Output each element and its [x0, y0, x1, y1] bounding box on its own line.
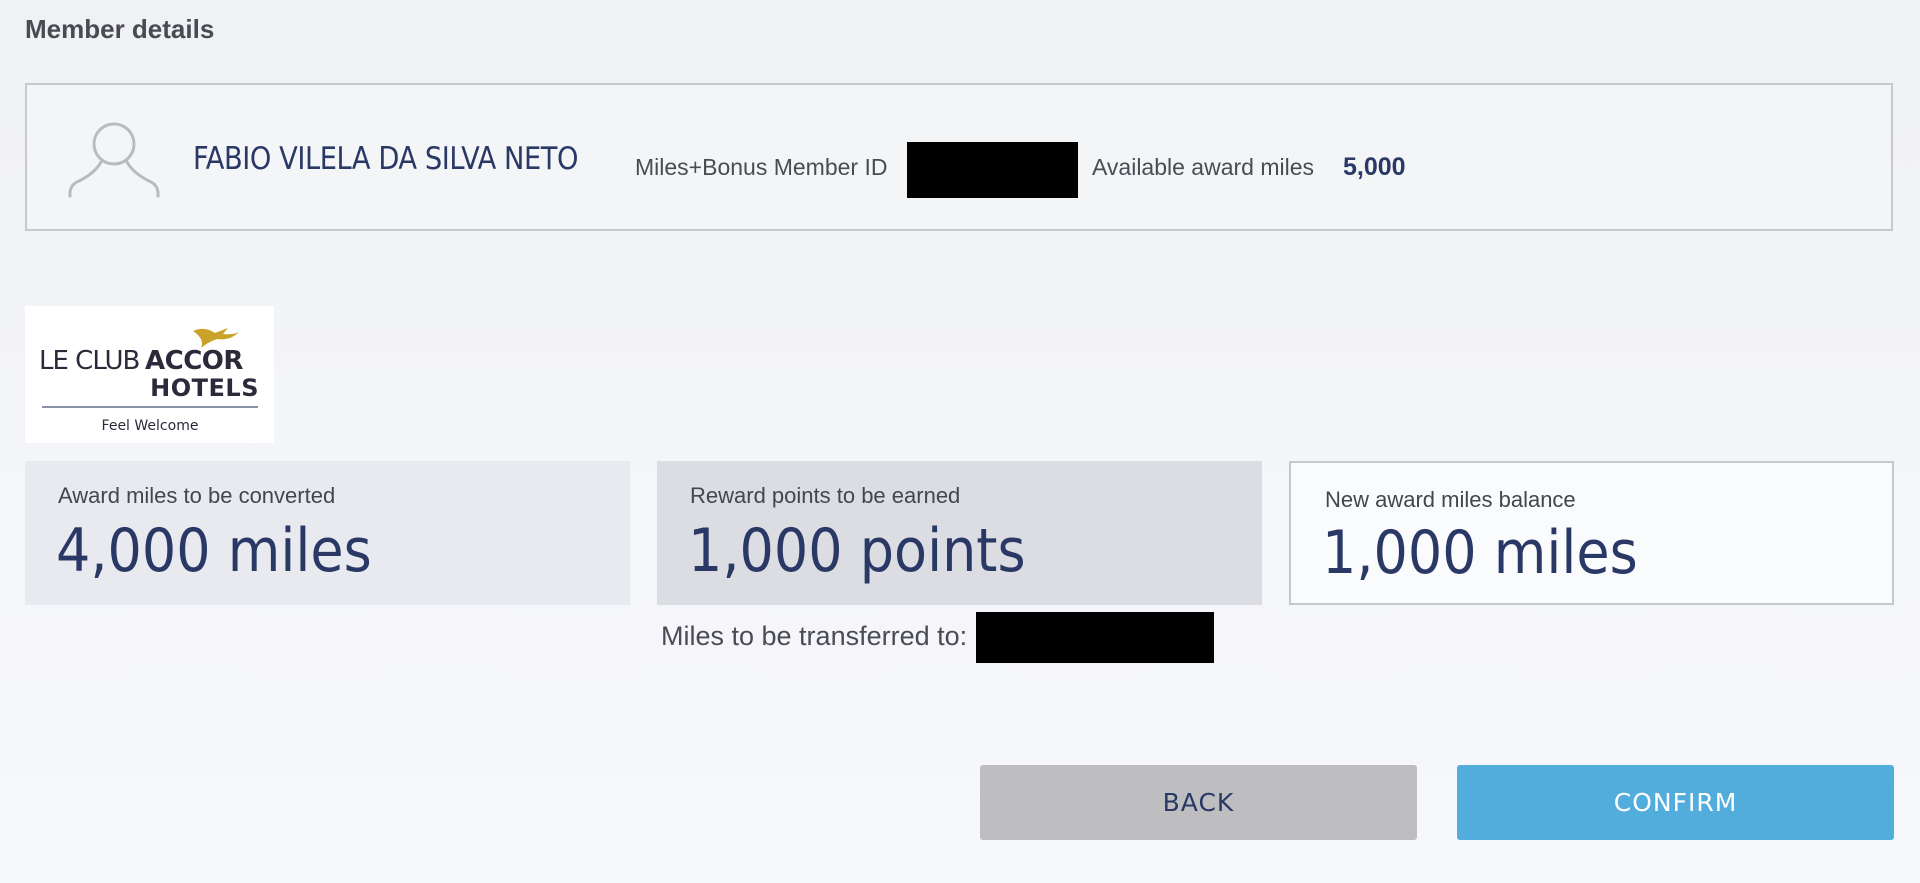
- miles-converted-value: 4,000 miles: [56, 516, 372, 586]
- confirm-button[interactable]: CONFIRM: [1457, 765, 1894, 840]
- member-card: FABIO VILELA DA SILVA NETO Miles+Bonus M…: [25, 83, 1893, 231]
- points-earned-panel: Reward points to be earned 1,000 points: [657, 461, 1262, 605]
- logo-text-hotels: HOTELS: [150, 374, 259, 402]
- page-title: Member details: [25, 14, 215, 44]
- logo-text-bold: ACCOR: [145, 346, 243, 376]
- partner-logo: LE CLUB ACCOR HOTELS Feel Welcome: [25, 306, 274, 443]
- logo-tagline: Feel Welcome: [102, 418, 199, 434]
- available-miles-value: 5,000: [1343, 153, 1406, 181]
- transfer-target-label: Miles to be transferred to:: [661, 621, 968, 651]
- points-earned-value: 1,000 points: [688, 516, 1026, 586]
- logo-text-light: LE CLUB: [39, 346, 139, 376]
- user-avatar-icon: [68, 122, 160, 198]
- available-miles-label: Available award miles: [1092, 154, 1315, 180]
- points-earned-label: Reward points to be earned: [690, 483, 961, 508]
- le-club-accorhotels-logo: LE CLUB ACCOR HOTELS Feel Welcome: [39, 328, 259, 434]
- bird-icon: [193, 328, 239, 348]
- member-name: FABIO VILELA DA SILVA NETO: [193, 141, 579, 177]
- back-button[interactable]: BACK: [980, 765, 1417, 840]
- miles-converted-label: Award miles to be converted: [58, 483, 336, 508]
- new-balance-panel: New award miles balance 1,000 miles: [1289, 461, 1894, 605]
- new-balance-value: 1,000 miles: [1322, 518, 1638, 588]
- redacted-transfer-account: [976, 612, 1214, 663]
- member-id-label: Miles+Bonus Member ID: [635, 154, 888, 180]
- redacted-member-id: [907, 142, 1078, 198]
- new-balance-label: New award miles balance: [1325, 487, 1576, 512]
- miles-converted-panel: Award miles to be converted 4,000 miles: [25, 461, 630, 605]
